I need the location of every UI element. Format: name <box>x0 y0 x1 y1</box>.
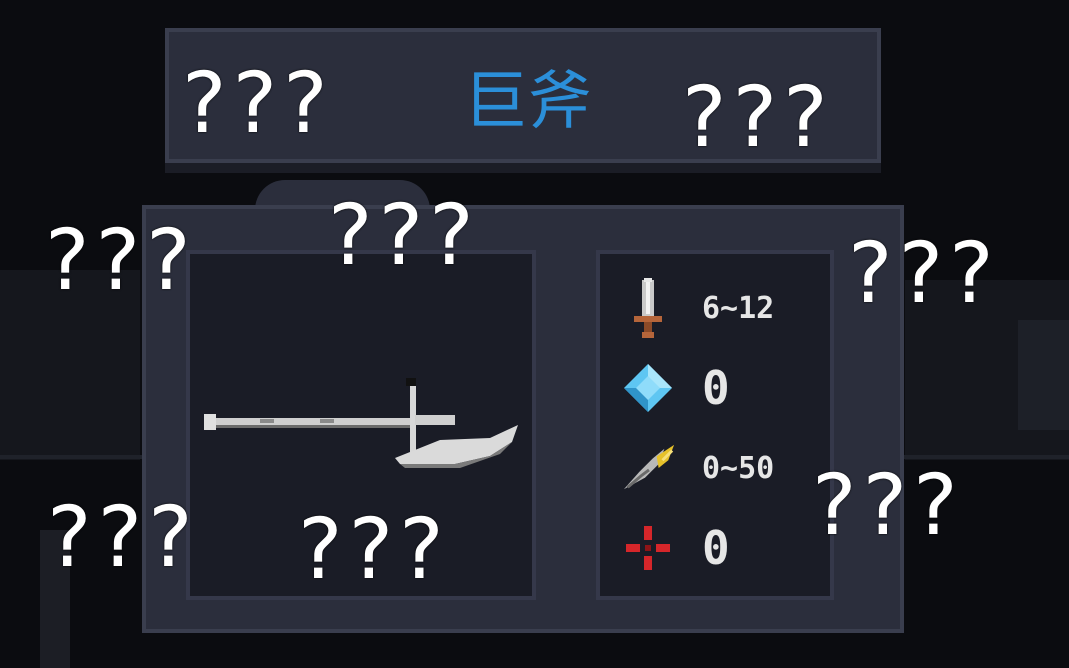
question-marks-right: ??? <box>848 224 1000 322</box>
sword-icon <box>620 278 676 338</box>
question-marks-top-right: ??? <box>682 68 834 166</box>
diamond-icon <box>620 360 676 416</box>
question-marks-left: ??? <box>45 211 197 309</box>
question-marks-right-lower: ??? <box>812 456 964 554</box>
feather-icon <box>620 440 676 496</box>
stat-row-damage: 6~12 <box>620 278 820 338</box>
stat-row-crit: 0 <box>620 518 820 578</box>
question-marks-bottom-left: ??? <box>47 488 199 586</box>
crit-value: 0 <box>702 521 730 575</box>
crosshair-icon <box>620 520 676 576</box>
stat-row-energy: 0 <box>620 358 820 418</box>
energy-value: 0 <box>702 361 730 415</box>
question-marks-center-top: ??? <box>328 186 480 284</box>
great-axe-icon <box>204 378 518 468</box>
stat-row-accuracy: 0~50 <box>620 438 820 498</box>
question-marks-top-left: ??? <box>182 54 334 152</box>
background-slot-right <box>1018 320 1069 430</box>
weapon-name: 巨斧 <box>463 65 592 139</box>
question-marks-bottom-center: ??? <box>298 500 450 598</box>
accuracy-value: 0~50 <box>702 450 775 486</box>
damage-value: 6~12 <box>702 290 775 326</box>
